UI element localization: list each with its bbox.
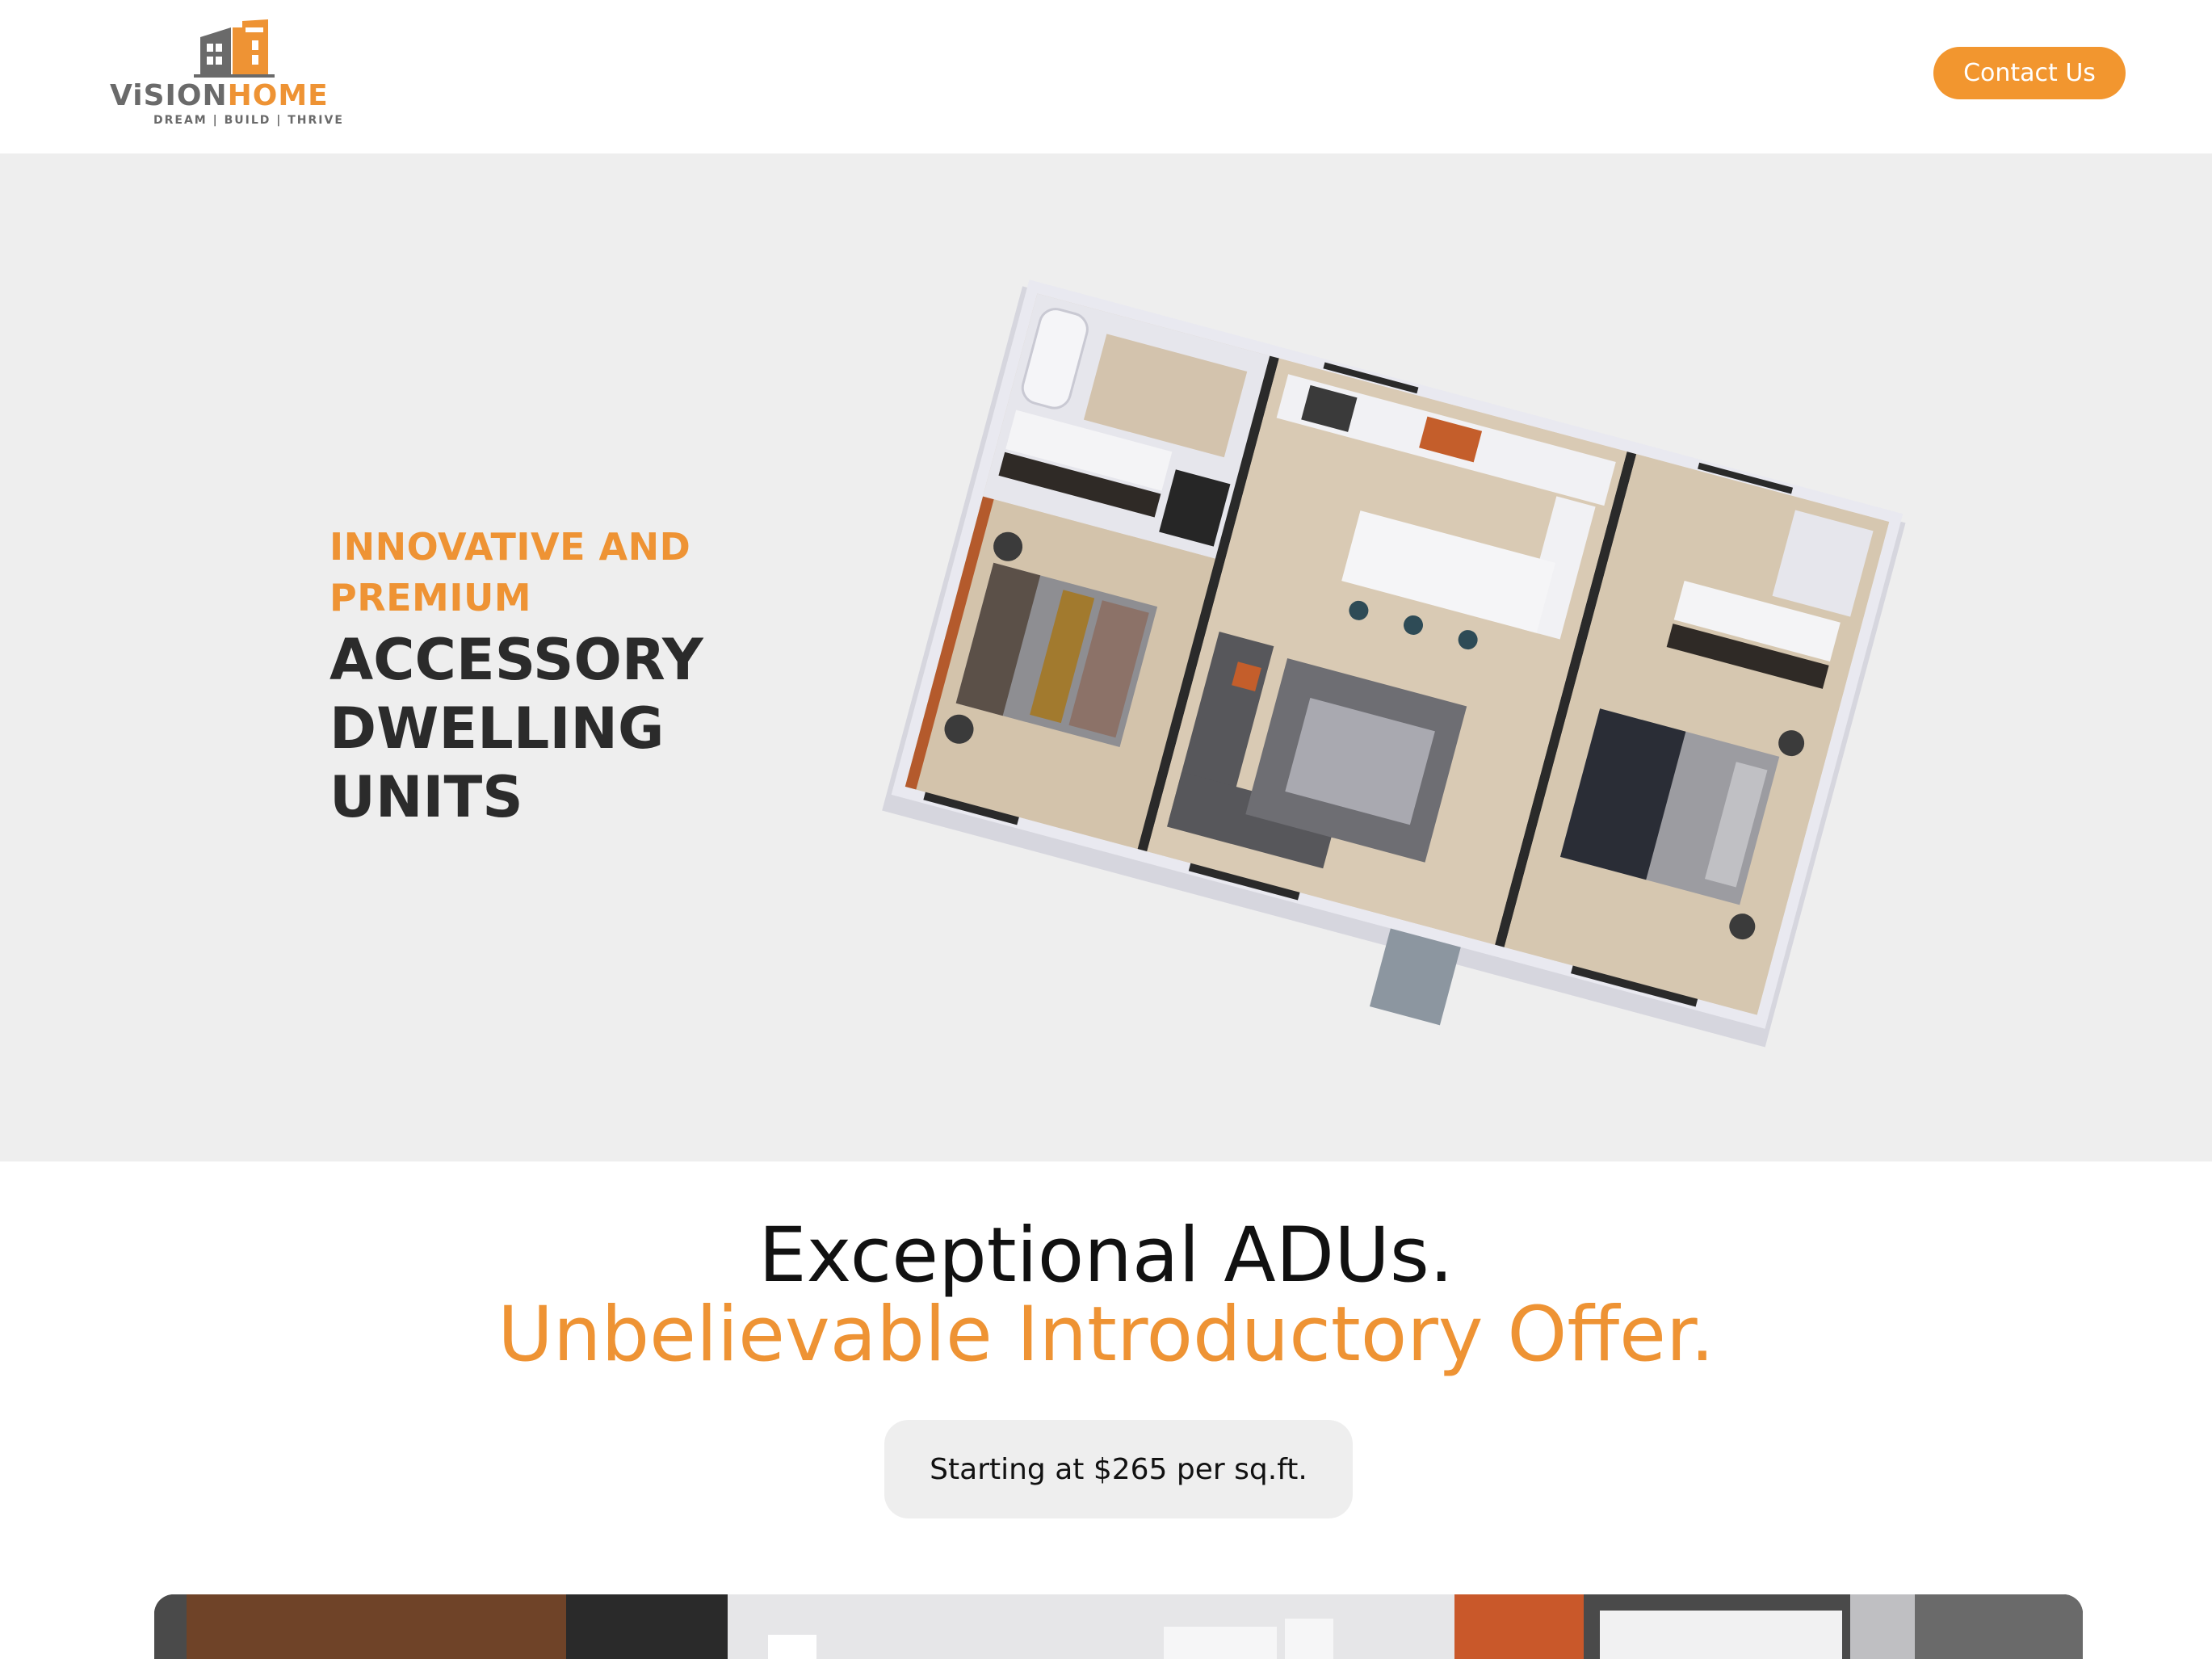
hero-headline-line2: DWELLING [329, 695, 665, 762]
hero-headline-line1: ACCESSORY [329, 627, 703, 693]
logo-word-home: HOME [227, 79, 329, 112]
hero-section: INNOVATIVE AND PREMIUM ACCESSORY DWELLIN… [0, 153, 2212, 1161]
hero-headline-line3: UNITS [329, 764, 523, 830]
vision-home-logo[interactable]: ViSIONHOME DREAM | BUILD | THRIVE [110, 16, 376, 133]
offer-title: Exceptional ADUs. [758, 1212, 1454, 1300]
hero-eyebrow-line1: INNOVATIVE AND [329, 525, 691, 569]
house-logo-icon [194, 19, 275, 78]
contact-us-button[interactable]: Contact Us [1933, 47, 2126, 99]
floor-plan-image [882, 279, 1906, 1048]
offer-subtitle: Unbelievable Introductory Offer. [497, 1291, 1715, 1379]
hero-text: INNOVATIVE AND PREMIUM ACCESSORY DWELLIN… [329, 522, 749, 830]
hero-eyebrow-line2: PREMIUM [329, 576, 532, 620]
logo-wordmark: ViSIONHOME [110, 79, 329, 112]
price-badge: Starting at $265 per sq.ft. [884, 1420, 1353, 1518]
logo-word-vision: ViSION [110, 79, 228, 112]
interior-photo [154, 1594, 2083, 1659]
offer-section: Exceptional ADUs. Unbelievable Introduct… [0, 1161, 2212, 1518]
interior-photo-graphic [154, 1594, 2083, 1659]
site-header: ViSIONHOME DREAM | BUILD | THRIVE Contac… [0, 0, 2212, 153]
logo-tagline: DREAM | BUILD | THRIVE [153, 114, 344, 127]
